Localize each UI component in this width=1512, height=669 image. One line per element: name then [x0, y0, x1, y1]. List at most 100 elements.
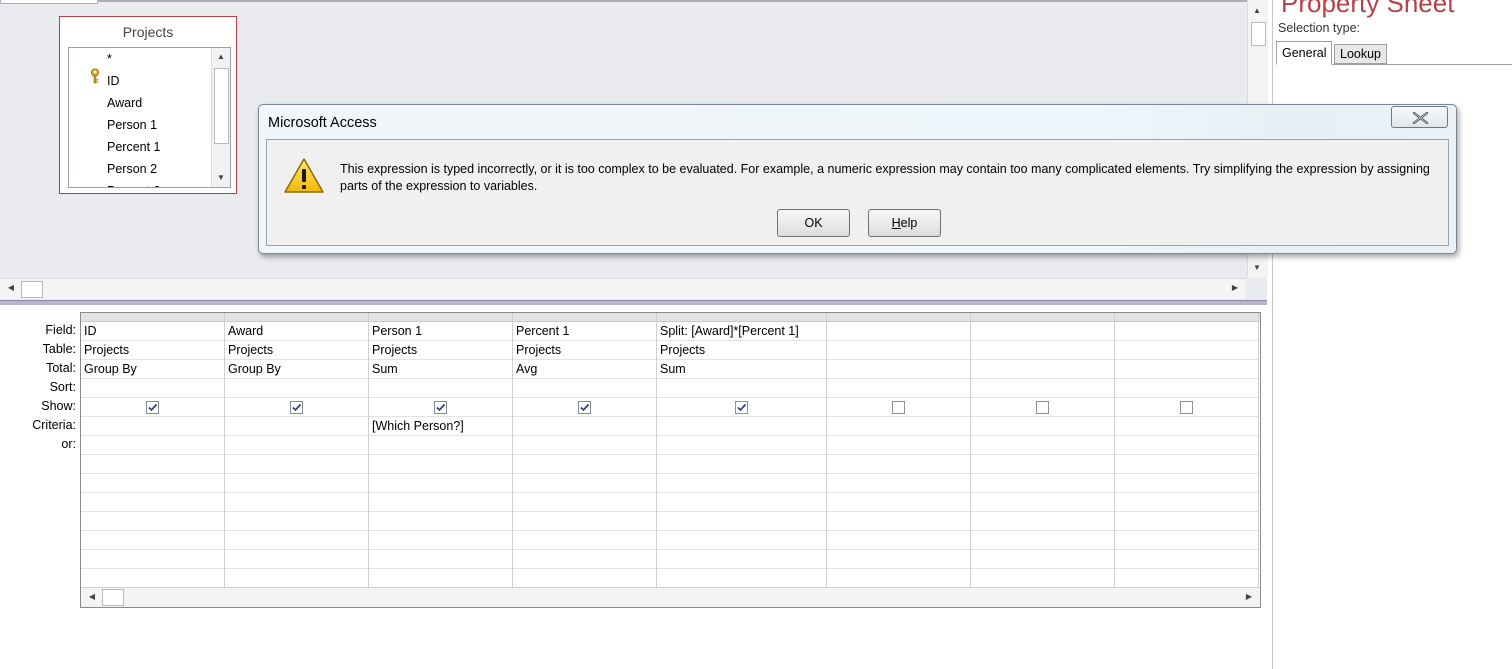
grid-cell-total[interactable]: Group By [81, 360, 224, 379]
show-checkbox[interactable] [578, 401, 591, 415]
grid-cell-empty[interactable] [513, 493, 656, 512]
grid-cell-empty[interactable] [657, 569, 826, 588]
show-checkbox[interactable] [735, 401, 748, 415]
grid-cell-criteria[interactable]: [Which Person?] [369, 417, 512, 436]
grid-cell-empty[interactable] [225, 531, 368, 550]
grid-cell-sort[interactable] [513, 379, 656, 398]
grid-cell-empty[interactable] [225, 550, 368, 569]
grid-cell-empty[interactable] [369, 474, 512, 493]
grid-cell-empty[interactable] [1115, 550, 1258, 569]
pane-splitter[interactable] [0, 300, 1267, 305]
grid-cell-empty[interactable] [513, 569, 656, 588]
scroll-down-icon[interactable]: ▼ [212, 169, 230, 187]
field-list-item[interactable]: Person 2 [107, 158, 157, 180]
grid-cell-empty[interactable] [827, 474, 970, 493]
grid-cell-show[interactable] [971, 398, 1114, 417]
grid-cell-empty[interactable] [369, 455, 512, 474]
grid-cell-show[interactable] [369, 398, 512, 417]
show-checkbox[interactable] [434, 401, 447, 415]
document-tab[interactable] [0, 0, 98, 4]
grid-cell-table[interactable]: Projects [369, 341, 512, 360]
grid-cell-empty[interactable] [827, 512, 970, 531]
grid-cell-empty[interactable] [513, 474, 656, 493]
field-list-scrollbar[interactable]: ▲ ▼ [211, 48, 230, 187]
grid-column[interactable]: ID Projects Group By [81, 313, 225, 588]
grid-cell-or[interactable] [657, 436, 826, 455]
grid-cell-empty[interactable] [971, 550, 1114, 569]
field-list-item[interactable]: Award [107, 92, 142, 114]
grid-cell-empty[interactable] [827, 493, 970, 512]
column-selector[interactable] [657, 313, 826, 322]
grid-cell-empty[interactable] [1115, 512, 1258, 531]
show-checkbox[interactable] [1036, 401, 1049, 415]
show-checkbox[interactable] [146, 401, 159, 415]
scroll-thumb[interactable] [102, 589, 124, 606]
grid-cell-empty[interactable] [657, 474, 826, 493]
grid-cell-empty[interactable] [827, 550, 970, 569]
query-design-grid[interactable]: ID Projects Group By Award Projects Group By P… [80, 312, 1261, 608]
grid-cell-empty[interactable] [1115, 493, 1258, 512]
grid-cell-empty[interactable] [369, 512, 512, 531]
grid-cell-show[interactable] [827, 398, 970, 417]
grid-cell-empty[interactable] [657, 455, 826, 474]
grid-cell-show[interactable] [513, 398, 656, 417]
grid-cell-empty[interactable] [225, 569, 368, 588]
scroll-right-icon[interactable]: ▶ [1226, 279, 1244, 297]
grid-cell-empty[interactable] [225, 512, 368, 531]
grid-cell-field[interactable]: Person 1 [369, 322, 512, 341]
grid-cell-show[interactable] [1115, 398, 1258, 417]
field-list-item[interactable]: ID [107, 70, 120, 92]
grid-column[interactable] [1115, 313, 1259, 588]
grid-cell-total[interactable] [971, 360, 1114, 379]
table-title[interactable]: Projects [60, 24, 236, 40]
grid-cell-sort[interactable] [225, 379, 368, 398]
grid-cell-empty[interactable] [81, 569, 224, 588]
grid-cell-show[interactable] [225, 398, 368, 417]
field-list-item[interactable]: Percent 2 [107, 180, 161, 187]
grid-cell-field[interactable]: Percent 1 [513, 322, 656, 341]
grid-cell-empty[interactable] [81, 531, 224, 550]
column-selector[interactable] [81, 313, 224, 322]
grid-cell-criteria[interactable] [657, 417, 826, 436]
grid-cell-empty[interactable] [657, 550, 826, 569]
tab-general[interactable]: General [1276, 41, 1333, 65]
grid-cell-empty[interactable] [513, 455, 656, 474]
grid-cell-criteria[interactable] [1115, 417, 1258, 436]
grid-cell-or[interactable] [81, 436, 224, 455]
grid-cell-empty[interactable] [971, 474, 1114, 493]
grid-cell-empty[interactable] [971, 512, 1114, 531]
scroll-thumb[interactable] [1251, 22, 1266, 46]
grid-cell-or[interactable] [1115, 436, 1258, 455]
column-selector[interactable] [1115, 313, 1258, 322]
grid-cell-show[interactable] [81, 398, 224, 417]
grid-cell-total[interactable]: Sum [369, 360, 512, 379]
grid-cell-empty[interactable] [81, 474, 224, 493]
grid-cell-empty[interactable] [513, 512, 656, 531]
grid-cell-field[interactable]: ID [81, 322, 224, 341]
ok-button[interactable]: OK [777, 209, 850, 237]
grid-cell-empty[interactable] [81, 493, 224, 512]
scroll-up-icon[interactable]: ▲ [1248, 2, 1266, 20]
scroll-up-icon[interactable]: ▲ [212, 48, 230, 66]
grid-cell-table[interactable] [827, 341, 970, 360]
grid-cell-total[interactable] [827, 360, 970, 379]
grid-cell-empty[interactable] [1115, 474, 1258, 493]
grid-cell-empty[interactable] [971, 531, 1114, 550]
grid-cell-empty[interactable] [513, 531, 656, 550]
grid-cell-sort[interactable] [971, 379, 1114, 398]
grid-cell-empty[interactable] [657, 512, 826, 531]
grid-cell-sort[interactable] [81, 379, 224, 398]
column-selector[interactable] [971, 313, 1114, 322]
column-selector[interactable] [513, 313, 656, 322]
grid-cell-or[interactable] [971, 436, 1114, 455]
tab-lookup[interactable]: Lookup [1334, 44, 1388, 64]
grid-column[interactable]: Percent 1 Projects Avg [513, 313, 657, 588]
grid-cell-table[interactable]: Projects [657, 341, 826, 360]
grid-cell-empty[interactable] [1115, 455, 1258, 474]
grid-cell-criteria[interactable] [513, 417, 656, 436]
grid-cell-sort[interactable] [827, 379, 970, 398]
grid-cell-field[interactable] [1115, 322, 1258, 341]
grid-cell-total[interactable]: Group By [225, 360, 368, 379]
grid-cell-show[interactable] [657, 398, 826, 417]
scroll-right-icon[interactable]: ▶ [1240, 588, 1258, 606]
